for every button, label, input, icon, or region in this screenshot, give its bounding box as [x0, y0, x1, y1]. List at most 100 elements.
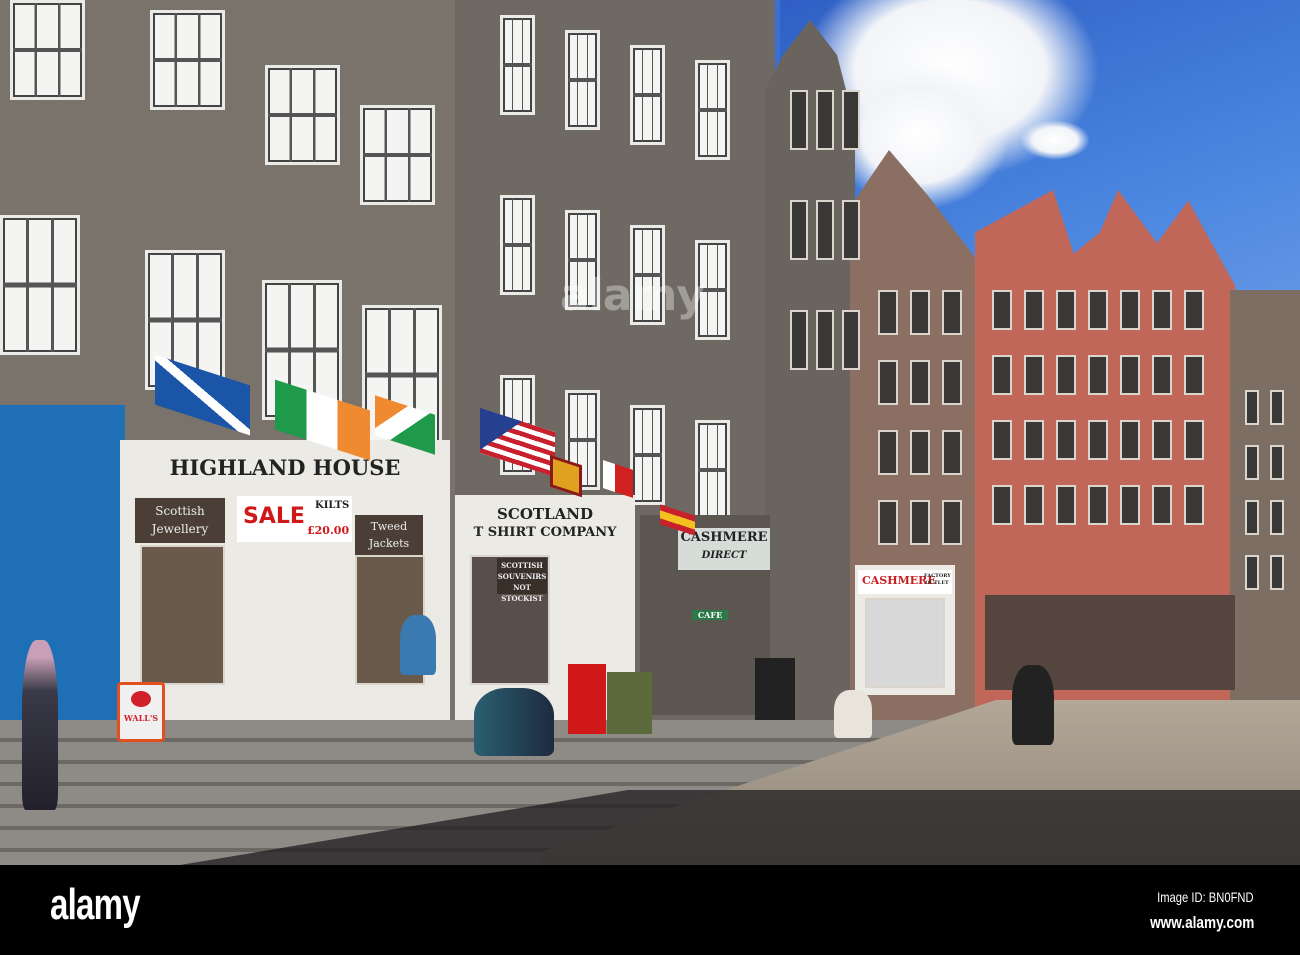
seated-people	[474, 688, 554, 756]
window	[1120, 420, 1140, 460]
window	[790, 90, 808, 150]
window	[878, 430, 898, 475]
window	[816, 90, 834, 150]
window	[942, 290, 962, 335]
window	[910, 430, 930, 475]
window	[500, 15, 535, 115]
cashmere-outlet-sign: CASHMERE FACTORY OUTLET	[858, 570, 952, 594]
window	[500, 195, 535, 295]
window	[1245, 390, 1259, 425]
window	[992, 290, 1012, 330]
window	[992, 355, 1012, 395]
window	[0, 215, 80, 355]
window	[1024, 355, 1044, 395]
kilts-price: £20.00	[307, 524, 350, 537]
window	[992, 485, 1012, 525]
person	[400, 615, 436, 675]
window	[878, 360, 898, 405]
cloud	[1020, 120, 1090, 160]
window	[878, 500, 898, 545]
walls-label: WALL'S	[123, 713, 159, 723]
window	[1024, 290, 1044, 330]
window	[1152, 485, 1172, 525]
scotland-sign-line1: SCOTLAND	[497, 505, 593, 523]
window	[360, 105, 435, 205]
window	[1056, 355, 1076, 395]
window	[790, 310, 808, 370]
window	[816, 310, 834, 370]
window	[942, 500, 962, 545]
cashmere-direct-line2: DIRECT	[701, 550, 747, 561]
window	[1270, 555, 1284, 590]
image-id: Image ID: BN0FND	[1157, 889, 1254, 905]
red-bin	[568, 664, 606, 734]
window	[790, 200, 808, 260]
window	[1245, 445, 1259, 480]
sale-sign: SALE KILTS £20.00	[237, 496, 352, 542]
chalkboard	[755, 658, 795, 720]
scotland-sign-line2: T SHIRT COMPANY	[473, 525, 617, 540]
window	[842, 310, 860, 370]
shop-window	[865, 598, 945, 688]
walls-heart-logo	[131, 691, 151, 707]
window	[10, 0, 85, 100]
person	[22, 640, 58, 810]
window	[910, 360, 930, 405]
window	[816, 200, 834, 260]
window	[1024, 485, 1044, 525]
window	[1088, 290, 1108, 330]
window	[1184, 420, 1204, 460]
window	[1088, 355, 1108, 395]
scottish-jewellery-sign: Scottish Jewellery	[135, 498, 225, 543]
window	[695, 420, 730, 520]
sale-label: SALE	[243, 504, 305, 529]
stockist-label: NOT STOCKIST	[501, 583, 543, 603]
window	[842, 90, 860, 150]
building-right	[1230, 290, 1300, 720]
factory-outlet-label: FACTORY OUTLET	[924, 573, 951, 586]
window	[1152, 290, 1172, 330]
window	[1152, 355, 1172, 395]
window	[630, 405, 665, 505]
window	[1184, 485, 1204, 525]
window	[265, 65, 340, 165]
alamy-logo: alamy	[50, 880, 141, 929]
window	[1056, 290, 1076, 330]
window	[150, 10, 225, 110]
watermark: alamy	[560, 270, 705, 321]
window	[1120, 485, 1140, 525]
window	[1270, 500, 1284, 535]
window	[1120, 290, 1140, 330]
window	[1088, 420, 1108, 460]
window	[1152, 420, 1172, 460]
window	[842, 200, 860, 260]
window	[942, 430, 962, 475]
green-bin	[607, 672, 652, 734]
window	[565, 30, 600, 130]
window	[992, 420, 1012, 460]
blue-shopfront	[0, 405, 125, 725]
window	[1024, 420, 1044, 460]
pedestrians	[1012, 665, 1054, 745]
window	[1270, 445, 1284, 480]
window	[1088, 485, 1108, 525]
window	[1245, 555, 1259, 590]
kilts-label: KILTS	[315, 500, 350, 511]
window	[695, 60, 730, 160]
window	[1184, 290, 1204, 330]
window	[630, 45, 665, 145]
window	[910, 500, 930, 545]
tweed-jackets-sign: Tweed Jackets	[355, 515, 423, 555]
window	[1056, 485, 1076, 525]
highland-house-sign: HIGHLAND HOUSE	[169, 455, 401, 480]
window	[1184, 355, 1204, 395]
window	[910, 290, 930, 335]
window	[1270, 390, 1284, 425]
window	[1245, 500, 1259, 535]
souvenirs-sign: SCOTTISH SOUVENIRS NOT STOCKIST	[497, 558, 547, 603]
shop-window	[140, 545, 225, 685]
website-link[interactable]: www.alamy.com	[1150, 913, 1254, 933]
window	[942, 360, 962, 405]
seated-person	[834, 690, 872, 738]
footer-bar: alamy Image ID: BN0FND www.alamy.com	[0, 865, 1300, 955]
